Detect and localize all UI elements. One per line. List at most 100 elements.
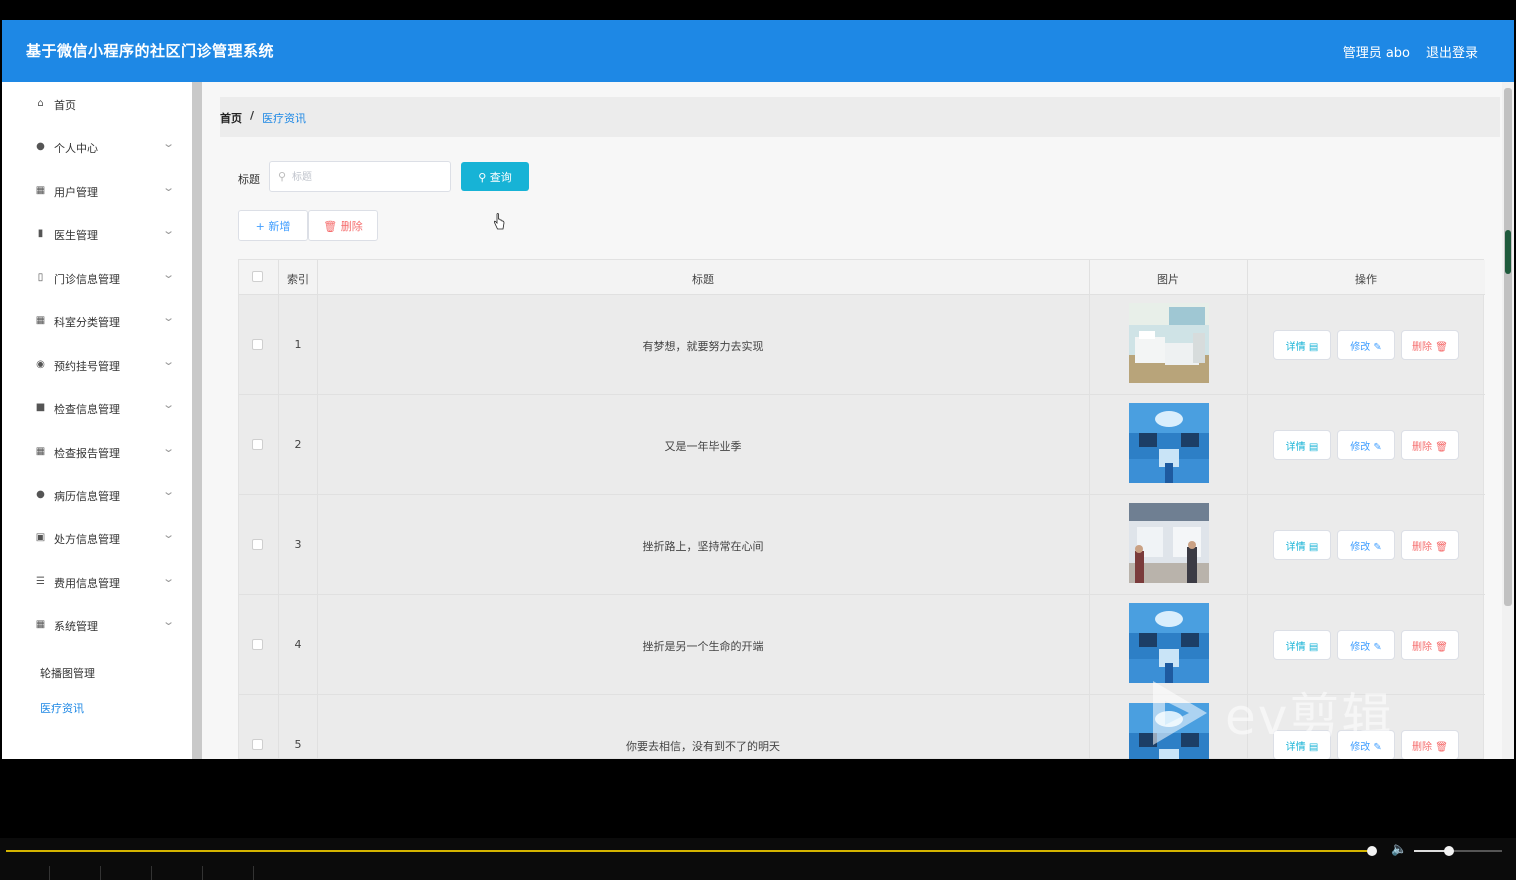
row-checkbox[interactable] — [252, 439, 263, 450]
row-image[interactable] — [1129, 303, 1209, 383]
sidebar-item-1[interactable]: ● 个人中心 ⌄ — [2, 125, 192, 168]
sidebar-item-label: 检查信息管理 — [54, 403, 120, 416]
chevron-down-icon: ⌄ — [162, 137, 176, 150]
row-checkbox[interactable] — [252, 339, 263, 350]
search-icon: ⚲ — [278, 170, 287, 183]
row-title: 挫折是另一个生命的开端 — [642, 640, 764, 653]
delete-button[interactable]: 删除 🗑 — [1401, 530, 1459, 560]
player-segment — [101, 866, 152, 880]
admin-user-label[interactable]: 管理员 abo — [1343, 42, 1410, 61]
row-title: 又是一年毕业季 — [664, 440, 742, 453]
picture-icon: ▣ — [35, 532, 46, 543]
row-image[interactable] — [1129, 403, 1209, 483]
sidebar-item-3[interactable]: ▮ 医生管理 ⌄ — [2, 212, 192, 255]
column-divider — [1089, 395, 1090, 495]
grid-icon: ▦ — [35, 446, 46, 457]
sidebar-item-label: 用户管理 — [54, 186, 98, 199]
row-title: 有梦想，就要努力去实现 — [642, 340, 764, 353]
table-row: 1 有梦想，就要努力去实现 详情 ▤ 修改 ✎ 删除 🗑 — [239, 295, 1485, 395]
batch-delete-button[interactable]: 🗑 删除 — [308, 210, 378, 241]
edit-label: 修改 — [1350, 341, 1371, 353]
sidebar-subitem-1[interactable]: 医疗资讯 — [40, 700, 84, 716]
player-segment — [50, 866, 101, 880]
breadcrumb-current: 医疗资讯 — [262, 112, 306, 125]
person-icon: ● — [36, 141, 45, 152]
column-divider — [1247, 495, 1248, 595]
detail-button[interactable]: 详情 ▤ — [1273, 430, 1331, 460]
column-divider — [1247, 295, 1248, 395]
sidebar-item-label: 预约挂号管理 — [54, 360, 120, 373]
logout-link[interactable]: 退出登录 — [1426, 42, 1478, 61]
document-icon: ▤ — [1308, 541, 1319, 553]
playback-handle[interactable] — [1367, 846, 1377, 856]
chevron-down-icon: ⌄ — [162, 572, 176, 585]
playback-progress[interactable] — [6, 850, 1372, 852]
breadcrumb-home[interactable]: 首页 — [220, 110, 242, 126]
sidebar-item-11[interactable]: ☰ 费用信息管理 ⌄ — [2, 560, 192, 603]
column-header-actions: 操作 — [1355, 273, 1377, 286]
row-actions: 详情 ▤ 修改 ✎ 删除 🗑 — [1273, 430, 1463, 460]
delete-button[interactable]: 删除 🗑 — [1401, 630, 1459, 660]
select-all-checkbox[interactable] — [252, 271, 263, 282]
edit-label: 修改 — [1350, 441, 1371, 453]
edit-button[interactable]: 修改 ✎ — [1337, 630, 1395, 660]
delete-label: 删除 — [1412, 441, 1433, 453]
delete-button[interactable]: 删除 🗑 — [1401, 430, 1459, 460]
detail-button[interactable]: 详情 ▤ — [1273, 630, 1331, 660]
sidebar-item-9[interactable]: ● 病历信息管理 ⌄ — [2, 473, 192, 516]
row-image[interactable] — [1129, 503, 1209, 583]
row-image[interactable] — [1129, 603, 1209, 683]
trash-icon: 🗑 — [323, 219, 338, 233]
row-checkbox[interactable] — [252, 539, 263, 550]
search-icon: ⚲ — [478, 170, 487, 184]
sidebar-subitem-0[interactable]: 轮播图管理 — [40, 665, 95, 681]
sidebar-item-8[interactable]: ▦ 检查报告管理 ⌄ — [2, 430, 192, 473]
sidebar-item-label: 费用信息管理 — [54, 577, 120, 590]
sidebar-divider — [192, 82, 202, 759]
sidebar-item-4[interactable]: ▯ 门诊信息管理 ⌄ — [2, 256, 192, 299]
edit-button[interactable]: 修改 ✎ — [1337, 430, 1395, 460]
sidebar-item-2[interactable]: ▦ 用户管理 ⌄ — [2, 169, 192, 212]
scroll-indicator — [1505, 230, 1511, 274]
row-checkbox[interactable] — [252, 739, 263, 750]
main-scrollbar[interactable] — [1502, 82, 1514, 759]
volume-handle[interactable] — [1444, 846, 1455, 856]
breadcrumb-separator: / — [250, 109, 255, 122]
detail-label: 详情 — [1285, 641, 1306, 653]
search-input-wrapper[interactable]: ⚲ — [269, 161, 451, 192]
delete-button[interactable]: 删除 🗑 — [1401, 330, 1459, 360]
add-button[interactable]: + 新增 — [238, 210, 308, 241]
edit-button[interactable]: 修改 ✎ — [1337, 330, 1395, 360]
batch-delete-label: 删除 — [340, 219, 363, 233]
detail-button[interactable]: 详情 ▤ — [1273, 330, 1331, 360]
sidebar-item-7[interactable]: ■ 检查信息管理 ⌄ — [2, 386, 192, 429]
sidebar-item-12[interactable]: ▦ 系统管理 ⌄ — [2, 603, 192, 646]
detail-button[interactable]: 详情 ▤ — [1273, 530, 1331, 560]
edit-button[interactable]: 修改 ✎ — [1337, 530, 1395, 560]
delete-label: 删除 — [1412, 341, 1433, 353]
box-icon: ■ — [35, 402, 46, 413]
chevron-down-icon: ⌄ — [162, 442, 176, 455]
table-row: 2 又是一年毕业季 详情 ▤ 修改 ✎ 删除 🗑 — [239, 395, 1485, 495]
row-checkbox[interactable] — [252, 639, 263, 650]
chevron-down-icon: ⌄ — [162, 615, 176, 628]
query-button-label: 查询 — [489, 170, 512, 184]
sidebar-item-6[interactable]: ◉ 预约挂号管理 ⌄ — [2, 343, 192, 386]
scrollbar-thumb[interactable] — [1504, 88, 1512, 606]
column-header-image: 图片 — [1157, 273, 1179, 286]
chevron-down-icon: ⌄ — [162, 528, 176, 541]
sidebar-item-10[interactable]: ▣ 处方信息管理 ⌄ — [2, 516, 192, 559]
grid-icon: ▦ — [35, 185, 46, 196]
chevron-down-icon: ⌄ — [162, 398, 176, 411]
query-button[interactable]: ⚲ 查询 — [461, 162, 529, 191]
sidebar-item-0[interactable]: ⌂ 首页 — [2, 82, 192, 125]
sidebar-item-5[interactable]: ▦ 科室分类管理 ⌄ — [2, 299, 192, 342]
volume-icon[interactable]: 🔈 — [1391, 842, 1407, 857]
row-index: 2 — [294, 438, 302, 451]
system-title: 基于微信小程序的社区门诊管理系统 — [26, 42, 275, 60]
column-divider — [1089, 695, 1090, 759]
detail-label: 详情 — [1285, 441, 1306, 453]
search-input[interactable] — [292, 169, 442, 185]
player-segment — [203, 866, 254, 880]
volume-slider[interactable] — [1414, 850, 1502, 852]
